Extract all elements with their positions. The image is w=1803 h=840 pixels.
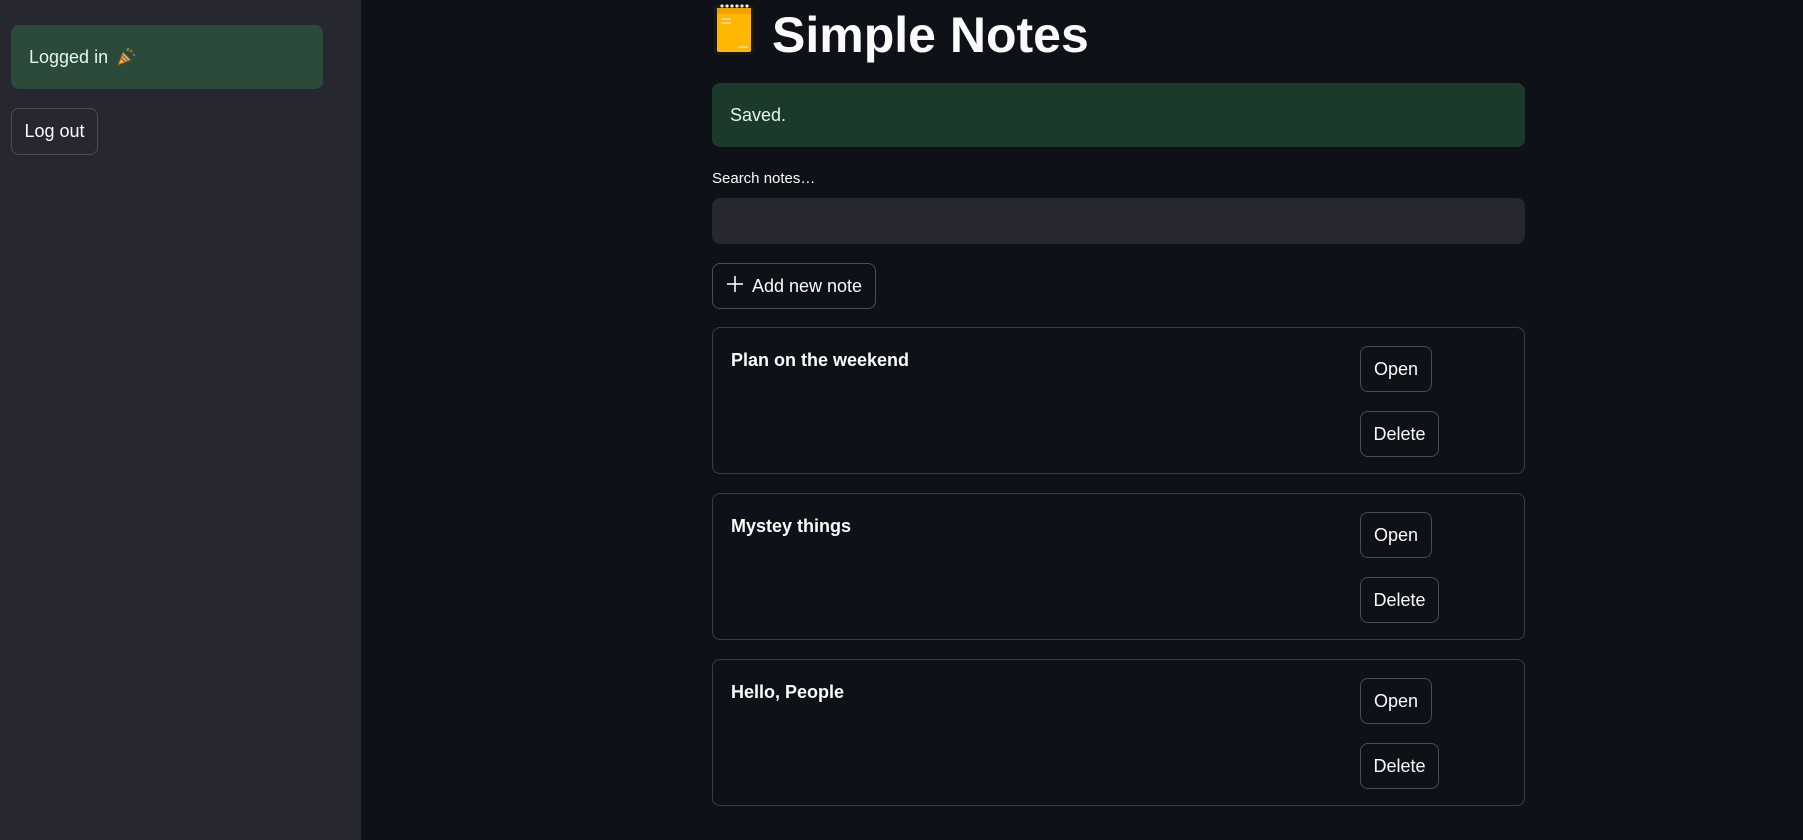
- plus-icon: [726, 275, 744, 298]
- page-title: Simple Notes: [712, 4, 1089, 66]
- note-card: Hello, People Open Delete: [712, 659, 1525, 806]
- open-note-button[interactable]: Open: [1360, 678, 1432, 724]
- success-alert: Saved.: [712, 83, 1525, 147]
- app-window: Logged in Log out Simple Notes Saved. Se…: [0, 0, 1803, 840]
- login-status-text: Logged in: [29, 46, 109, 67]
- delete-note-button[interactable]: Delete: [1360, 577, 1439, 623]
- add-note-label: Add new note: [751, 275, 863, 296]
- title-text: Simple Notes: [772, 7, 1089, 63]
- open-note-button[interactable]: Open: [1360, 512, 1432, 558]
- open-note-button[interactable]: Open: [1360, 346, 1432, 392]
- delete-note-button[interactable]: Delete: [1360, 743, 1439, 789]
- note-title: Plan on the weekend: [731, 350, 910, 370]
- search-label: Search notes…: [712, 170, 816, 187]
- note-title: Hello, People: [731, 682, 845, 702]
- note-card: Mystey things Open Delete: [712, 493, 1525, 640]
- success-message: Saved.: [730, 104, 787, 125]
- notebook-icon: [712, 1, 772, 69]
- sidebar: Logged in Log out: [0, 0, 361, 840]
- note-card: Plan on the weekend Open Delete: [712, 327, 1525, 474]
- add-note-button[interactable]: Add new note: [712, 263, 876, 309]
- login-status-alert: Logged in: [11, 25, 323, 89]
- party-popper-icon: [116, 47, 136, 67]
- search-input[interactable]: [712, 198, 1525, 244]
- note-title: Mystey things: [731, 516, 852, 536]
- delete-note-button[interactable]: Delete: [1360, 411, 1439, 457]
- logout-button[interactable]: Log out: [11, 108, 98, 155]
